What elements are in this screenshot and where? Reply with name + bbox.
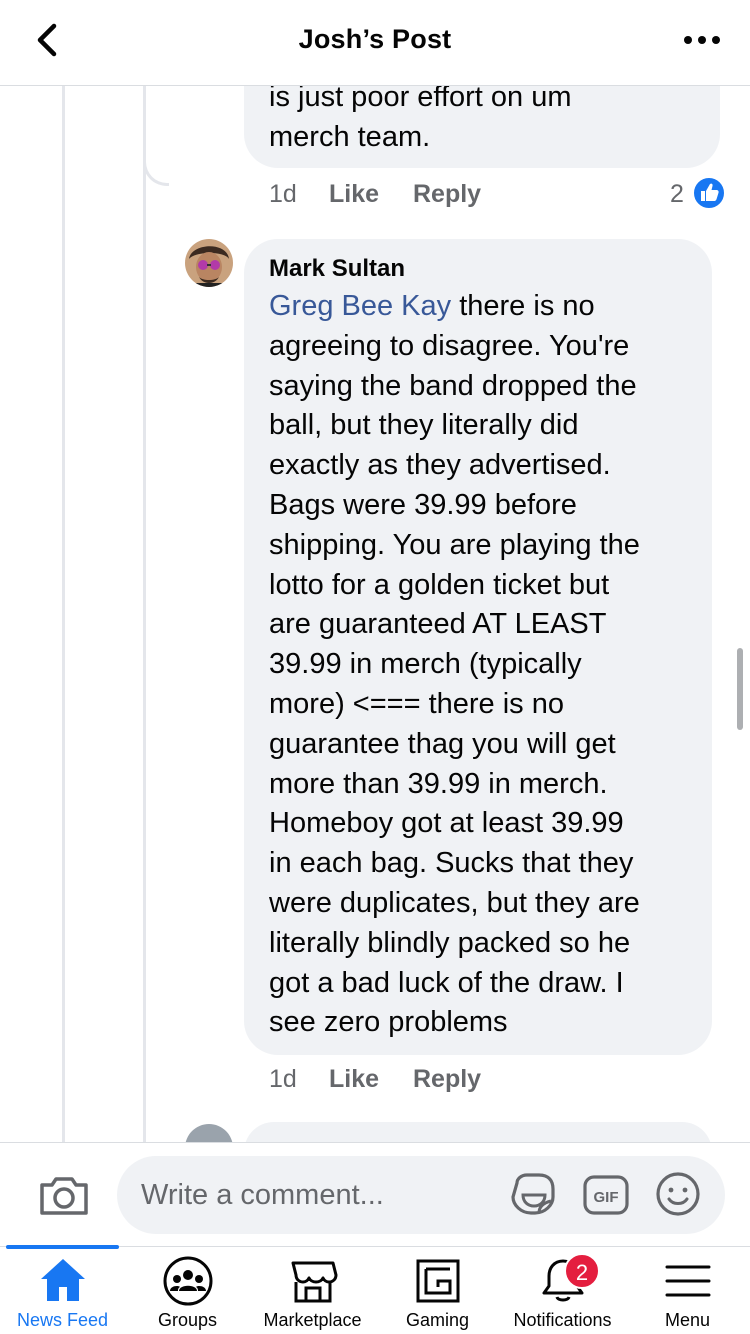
- tab-menu[interactable]: Menu: [625, 1247, 750, 1334]
- emoji-icon[interactable]: [655, 1171, 701, 1217]
- comment-line: more) <=== there is no: [269, 687, 564, 720]
- like-reaction-icon[interactable]: [692, 176, 726, 210]
- mention-link[interactable]: Greg Bee Kay: [269, 290, 451, 322]
- reply-connector: [143, 158, 169, 186]
- tab-label: Menu: [664, 1310, 711, 1330]
- tab-label: Marketplace: [263, 1310, 362, 1330]
- comment-author[interactable]: Mark Sultan: [269, 255, 405, 283]
- ellipsis-icon[interactable]: [680, 26, 724, 54]
- tab-label: Groups: [157, 1310, 218, 1330]
- tab-notifications[interactable]: Notifications: [500, 1247, 625, 1334]
- sticker-icon[interactable]: [509, 1171, 557, 1219]
- svg-text:GIF: GIF: [594, 1189, 619, 1206]
- reply-thread-line: [143, 86, 146, 1142]
- camera-icon[interactable]: [38, 1171, 90, 1219]
- previous-comment-actions: 1d Like Reply 2: [269, 176, 729, 214]
- comment-line: literally blindly packed so he: [269, 926, 631, 959]
- reply-button[interactable]: Reply: [413, 1065, 481, 1094]
- comment-line: exactly as they advertised.: [269, 449, 611, 482]
- avatar[interactable]: [185, 239, 233, 287]
- reaction-count[interactable]: 2: [670, 180, 684, 209]
- comment-line: ball, but they literally did: [269, 409, 579, 442]
- top-bar: Josh’s Post: [0, 0, 750, 86]
- gaming-icon: [416, 1259, 460, 1303]
- reply-comment-bubble[interactable]: Mark Sultan Greg Bee Kay there is no agr…: [244, 239, 712, 1055]
- comment-line: got a bad luck of the draw. I: [269, 966, 624, 999]
- comment-composer: GIF: [0, 1142, 750, 1246]
- comment-line: lotto for a golden ticket but: [269, 568, 610, 601]
- comment-line: in each bag. Sucks that they: [269, 847, 634, 880]
- tab-groups[interactable]: Groups: [125, 1247, 250, 1334]
- comment-line: were duplicates, but they are: [269, 886, 640, 919]
- tab-marketplace[interactable]: Marketplace: [250, 1247, 375, 1334]
- comment-time[interactable]: 1d: [269, 1065, 297, 1094]
- comment-line: saying the band dropped the: [269, 369, 637, 402]
- tab-label: News Feed: [16, 1310, 109, 1330]
- home-icon: [41, 1259, 85, 1301]
- tab-news-feed[interactable]: News Feed: [0, 1247, 125, 1334]
- like-button[interactable]: Like: [329, 1065, 379, 1094]
- marketplace-icon: [291, 1261, 338, 1303]
- previous-comment-text: is just poor effort on um merch team.: [269, 86, 709, 158]
- comment-line: merch team.: [269, 120, 431, 153]
- comment-time[interactable]: 1d: [269, 180, 297, 209]
- groups-icon: [163, 1256, 213, 1306]
- comment-line: shipping. You are playing the: [269, 528, 640, 561]
- notification-badge: 2: [564, 1253, 600, 1289]
- comment-line: are guaranteed AT LEAST: [269, 608, 607, 641]
- scrollbar[interactable]: [737, 648, 743, 730]
- comment-line: Greg Bee Kay there is no: [269, 287, 709, 327]
- comment-line: guarantee thag you will get: [269, 727, 616, 760]
- menu-icon: [665, 1265, 711, 1297]
- thread-line: [62, 86, 65, 1142]
- reply-comment-actions: 1d Like Reply: [269, 1065, 729, 1099]
- comment-line: see zero problems: [269, 1006, 508, 1039]
- tab-label: Notifications: [513, 1310, 612, 1330]
- comment-line: 39.99 in merch (typically: [269, 648, 582, 681]
- comment-input[interactable]: [117, 1156, 725, 1234]
- bottom-tab-bar: News Feed Groups Marketplace Gaming Noti…: [0, 1245, 750, 1334]
- comment-line: is just poor effort on um: [269, 86, 572, 113]
- gif-icon[interactable]: GIF: [582, 1171, 630, 1219]
- avatar[interactable]: [185, 1124, 233, 1142]
- comment-line: Bags were 39.99 before: [269, 488, 577, 521]
- comment-thread[interactable]: is just poor effort on um merch team. 1d…: [0, 86, 750, 1142]
- page-title: Josh’s Post: [298, 24, 452, 54]
- comment-line: Homeboy got at least 39.99: [269, 807, 624, 840]
- next-comment-bubble[interactable]: [244, 1122, 712, 1142]
- reply-button[interactable]: Reply: [413, 180, 481, 209]
- previous-comment-bubble[interactable]: is just poor effort on um merch team.: [244, 86, 720, 168]
- comment-body: Greg Bee Kay there is no agreeing to dis…: [269, 287, 709, 1043]
- tab-label: Gaming: [405, 1310, 470, 1330]
- comment-line: agreeing to disagree. You're: [269, 329, 630, 362]
- comment-line: more than 39.99 in merch.: [269, 767, 608, 800]
- tab-gaming[interactable]: Gaming: [375, 1247, 500, 1334]
- comment-text: there is no: [451, 290, 595, 322]
- like-button[interactable]: Like: [329, 180, 379, 209]
